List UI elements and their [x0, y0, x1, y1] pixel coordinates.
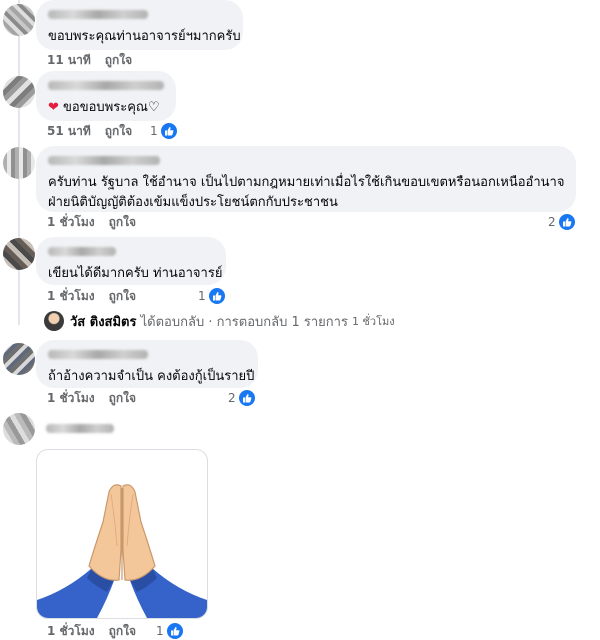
comment-time[interactable]: 1 ชั่วโมง — [47, 390, 95, 406]
like-link[interactable]: ถูกใจ — [109, 288, 136, 304]
reaction-number: 1 — [156, 624, 164, 638]
reaction-number: 2 — [228, 391, 236, 405]
comment-text-line1: ครับท่าน รัฐบาล ใช้อำนาจ เป็นไปตามกฎหมาย… — [48, 175, 565, 190]
commenter-name[interactable] — [48, 81, 164, 90]
reaction-number: 1 — [198, 289, 206, 303]
comment-bubble: ครับท่าน รัฐบาล ใช้อำนาจ เป็นไปตามกฎหมาย… — [36, 146, 576, 212]
comment-time[interactable]: 11 นาที — [47, 52, 91, 68]
comment-image[interactable] — [36, 449, 208, 619]
comment-meta: 1 ชั่วโมง ถูกใจ — [47, 214, 136, 230]
commenter-name[interactable] — [48, 156, 160, 165]
thumbs-up-icon — [208, 288, 225, 304]
reaction-count[interactable]: 1 — [198, 288, 225, 304]
avatar[interactable] — [3, 147, 35, 179]
like-link[interactable]: ถูกใจ — [105, 123, 132, 139]
avatar[interactable] — [3, 413, 35, 445]
comment-meta: 1 ชั่วโมง ถูกใจ — [47, 288, 136, 304]
comment-text: ถ้าอ้างความจำเป็น คงต้องกู้เป็นรายปี — [48, 369, 255, 384]
thumbs-up-icon — [238, 390, 255, 406]
comment-text: ❤ ขอขอบพระคุณ♡ — [48, 98, 164, 118]
comment-bubble: ❤ ขอขอบพระคุณ♡ — [36, 71, 176, 121]
reply-summary[interactable]: วัส ติงสมิตร ได้ตอบกลับ · การตอบกลับ 1 ร… — [44, 311, 395, 331]
reaction-count[interactable]: 1 — [156, 623, 183, 639]
comment-meta: 1 ชั่วโมง ถูกใจ — [47, 390, 136, 406]
comment-meta: 1 ชั่วโมง ถูกใจ — [47, 623, 136, 639]
reply-summary-text: ได้ตอบกลับ · การตอบกลับ 1 รายการ — [140, 314, 348, 330]
reaction-count[interactable]: 2 — [228, 390, 255, 406]
reaction-number: 2 — [548, 215, 556, 229]
reply-time: 1 ชั่วโมง — [351, 315, 395, 328]
like-link[interactable]: ถูกใจ — [105, 52, 132, 68]
comment-bubble: ขอบพระคุณท่านอาจารย์ฯมากครับ — [36, 0, 243, 50]
comment-bubble: เขียนได้ดีมากครับ ท่านอาจารย์ — [36, 237, 226, 285]
thumbs-up-icon — [558, 214, 575, 230]
like-link[interactable]: ถูกใจ — [109, 390, 136, 406]
commenter-name[interactable] — [48, 10, 148, 19]
reply-avatar — [44, 311, 64, 331]
comment-meta: 11 นาที ถูกใจ — [47, 52, 132, 68]
thumbs-up-icon — [160, 123, 177, 139]
comment-meta: 51 นาที ถูกใจ — [47, 123, 132, 139]
comment-time[interactable]: 51 นาที — [47, 123, 91, 139]
commenter-name[interactable] — [46, 424, 114, 433]
commenter-name[interactable] — [48, 350, 148, 359]
reaction-count[interactable]: 1 — [150, 123, 177, 139]
avatar[interactable] — [3, 76, 35, 108]
comment-text: ขอบพระคุณท่านอาจารย์ฯมากครับ — [48, 29, 241, 44]
reply-author-name[interactable]: วัส ติงสมิตร — [70, 311, 136, 332]
thumbs-up-icon — [166, 623, 183, 639]
reaction-number: 1 — [150, 124, 158, 138]
avatar[interactable] — [3, 238, 35, 270]
comment-time[interactable]: 1 ชั่วโมง — [47, 288, 95, 304]
avatar[interactable] — [3, 343, 35, 375]
commenter-name[interactable] — [48, 247, 116, 256]
comment-text-line2: ฝ่ายนิติบัญญัติต้องเข้มแข็งประโยชน์ตกกับ… — [48, 195, 338, 210]
comment-text-body: ขอขอบพระคุณ♡ — [63, 100, 160, 115]
heart-emoji-icon: ❤ — [48, 100, 59, 115]
like-link[interactable]: ถูกใจ — [109, 623, 136, 639]
comment-text: เขียนได้ดีมากครับ ท่านอาจารย์ — [48, 266, 223, 281]
avatar[interactable] — [3, 4, 35, 36]
comment-time[interactable]: 1 ชั่วโมง — [47, 214, 95, 230]
reaction-count[interactable]: 2 — [548, 214, 575, 230]
folded-hands-icon — [37, 484, 207, 618]
comment-time[interactable]: 1 ชั่วโมง — [47, 623, 95, 639]
comment-bubble: ถ้าอ้างความจำเป็น คงต้องกู้เป็นรายปี — [36, 340, 258, 388]
like-link[interactable]: ถูกใจ — [109, 214, 136, 230]
